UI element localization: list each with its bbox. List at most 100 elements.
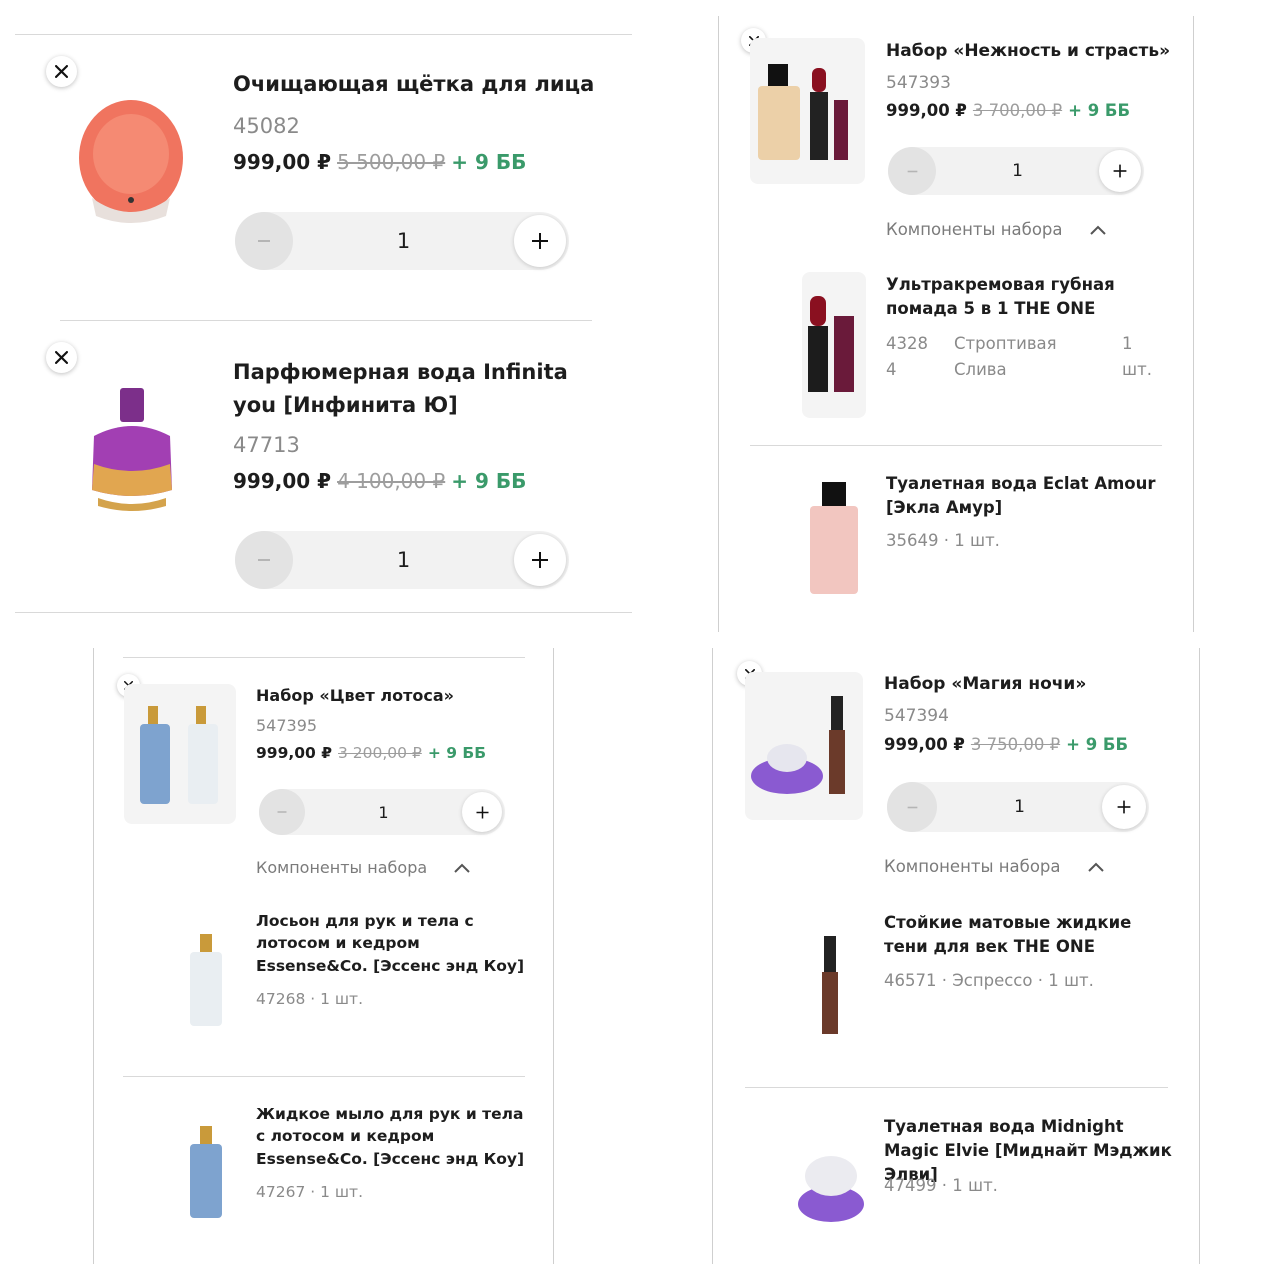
- bonus-points: + 9 ББ: [451, 469, 527, 493]
- set-title[interactable]: Набор «Магия ночи»: [884, 674, 1086, 694]
- price: 999,00 ₽: [884, 735, 965, 754]
- increase-quantity-button[interactable]: [1099, 150, 1141, 192]
- decrease-quantity-button[interactable]: [887, 782, 937, 832]
- set-title[interactable]: Набор «Цвет лотоса»: [256, 686, 454, 705]
- components-label: Компоненты набора: [884, 857, 1061, 876]
- components-label: Компоненты набора: [256, 858, 428, 877]
- panel-divider: [1199, 648, 1200, 1264]
- old-price: 3 700,00 ₽: [972, 101, 1063, 120]
- chevron-up-icon: [1089, 225, 1106, 235]
- product-image-set: [751, 696, 845, 794]
- decrease-quantity-button[interactable]: [235, 212, 293, 270]
- remove-item-button[interactable]: [46, 56, 77, 87]
- product-image-liquid-eyeshadow: [822, 936, 838, 1034]
- component-title[interactable]: Ультракремовая губная помада 5 в 1 THE O…: [886, 273, 1126, 321]
- components-toggle[interactable]: Компоненты набора: [256, 858, 471, 877]
- component-qty: 1 шт.: [1122, 331, 1152, 382]
- divider: [750, 445, 1162, 446]
- old-price: 4 100,00 ₽: [337, 469, 446, 493]
- components-toggle[interactable]: Компоненты набора: [884, 857, 1105, 876]
- quantity-stepper: 1: [235, 212, 569, 270]
- product-image-eclat-amour: [810, 482, 858, 594]
- product-image-midnight-magic: [798, 1156, 864, 1222]
- component-shade-line2: Слива: [954, 359, 1007, 379]
- decrease-quantity-button[interactable]: [259, 789, 305, 835]
- close-icon: [55, 65, 68, 78]
- set-sku: 547394: [884, 706, 949, 726]
- decrease-quantity-button[interactable]: [235, 531, 293, 589]
- component-title[interactable]: Туалетная вода Eclat Amour [Экла Амур]: [886, 472, 1156, 520]
- component-meta: 35649 · 1 шт.: [886, 531, 1000, 550]
- bonus-points: + 9 ББ: [1068, 101, 1131, 120]
- quantity-stepper: 1: [259, 789, 505, 835]
- chevron-up-icon: [1087, 862, 1104, 872]
- minus-icon: [258, 240, 270, 242]
- decrease-quantity-button[interactable]: [888, 147, 936, 195]
- price: 999,00 ₽: [256, 744, 332, 762]
- product-title[interactable]: Очищающая щётка для лица: [233, 72, 623, 96]
- old-price: 5 500,00 ₽: [337, 150, 446, 174]
- plus-icon: [532, 552, 548, 568]
- component-meta: 47268 · 1 шт.: [256, 990, 364, 1008]
- product-image-lipstick: [808, 296, 854, 392]
- remove-item-button[interactable]: [46, 342, 77, 373]
- increase-quantity-button[interactable]: [514, 215, 566, 267]
- quantity-value: 1: [378, 802, 389, 822]
- product-sku: 45082: [233, 114, 300, 138]
- bonus-points: + 9 ББ: [1066, 735, 1129, 754]
- set-title[interactable]: Набор «Нежность и страсть»: [886, 41, 1170, 61]
- plus-icon: [532, 233, 548, 249]
- minus-icon: [258, 559, 270, 561]
- component-shade: Строптивая Слива: [954, 331, 1057, 382]
- set-sku: 547395: [256, 716, 318, 735]
- component-sku-line1: 4328: [886, 334, 928, 353]
- set-sku: 547393: [886, 73, 951, 93]
- chevron-up-icon: [454, 863, 470, 873]
- set-thumbnail: [750, 38, 865, 184]
- divider: [60, 320, 592, 321]
- quantity-stepper: 1: [887, 782, 1149, 832]
- panel-divider: [93, 648, 94, 1264]
- product-image-liquid-soap: [190, 1126, 222, 1218]
- product-title[interactable]: Парфюмерная вода Infinita you [Инфинита …: [233, 356, 603, 421]
- quantity-value: 1: [396, 229, 411, 253]
- set-thumbnail: [745, 672, 863, 820]
- component-title[interactable]: Жидкое мыло для рук и тела с лотосом и к…: [256, 1103, 526, 1170]
- minus-icon: [907, 806, 917, 808]
- component-qty-line2: шт.: [1122, 359, 1152, 379]
- increase-quantity-button[interactable]: [1102, 785, 1146, 829]
- quantity-value: 1: [396, 548, 411, 572]
- quantity-value: 1: [1012, 161, 1023, 181]
- bonus-points: + 9 ББ: [427, 744, 487, 762]
- component-title[interactable]: Стойкие матовые жидкие тени для век THE …: [884, 911, 1174, 959]
- product-image-set: [140, 706, 218, 804]
- price-row: 999,00 ₽4 100,00 ₽ + 9 ББ: [233, 469, 526, 493]
- component-title[interactable]: Лосьон для рук и тела с лотосом и кедром…: [256, 910, 526, 977]
- divider: [15, 612, 632, 613]
- price: 999,00 ₽: [886, 101, 967, 120]
- price-row: 999,00 ₽5 500,00 ₽ + 9 ББ: [233, 150, 526, 174]
- panel-divider: [1193, 16, 1194, 632]
- plus-icon: [1113, 164, 1127, 178]
- divider: [745, 1087, 1168, 1088]
- divider: [15, 34, 632, 35]
- panel-divider: [553, 648, 554, 1264]
- minus-icon: [907, 170, 917, 172]
- component-sku: 4328 4: [886, 331, 928, 382]
- component-sku-line2: 4: [886, 359, 897, 379]
- increase-quantity-button[interactable]: [514, 534, 566, 586]
- price: 999,00 ₽: [233, 469, 332, 493]
- product-image-face-brush: [79, 100, 183, 223]
- increase-quantity-button[interactable]: [462, 792, 502, 832]
- price: 999,00 ₽: [233, 150, 332, 174]
- plus-icon: [1117, 800, 1131, 814]
- components-label: Компоненты набора: [886, 220, 1063, 239]
- product-image-hand-lotion: [190, 934, 222, 1026]
- panel-divider: [712, 648, 713, 1264]
- old-price: 3 750,00 ₽: [970, 735, 1061, 754]
- product-sku: 47713: [233, 433, 300, 457]
- divider: [123, 1076, 525, 1077]
- set-thumbnail: [124, 684, 236, 824]
- components-toggle[interactable]: Компоненты набора: [886, 220, 1107, 239]
- price-row: 999,00 ₽ 3 200,00 ₽ + 9 ББ: [256, 744, 486, 762]
